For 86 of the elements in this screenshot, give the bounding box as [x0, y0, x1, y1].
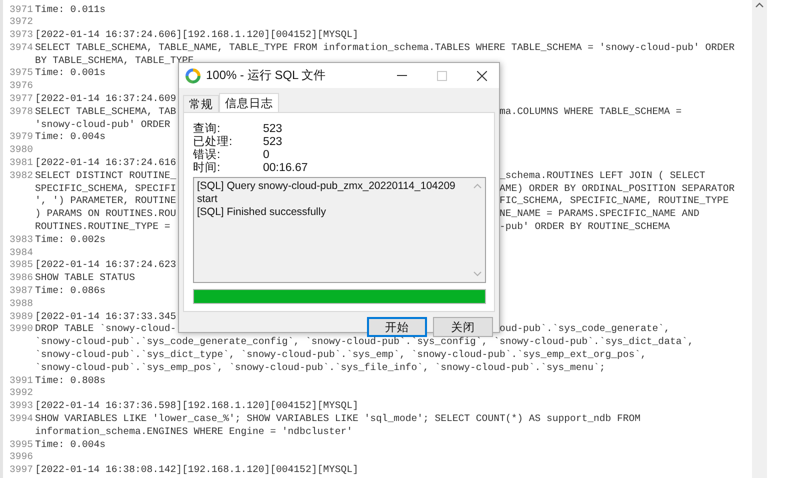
stat-label: 错误: — [193, 149, 222, 162]
code-text: SPECIFIC_SCHEMA, SPECIFI — [35, 182, 176, 196]
code-text: [2022-01-14 16:37:24.606][192.168.1.120][004152][MYSQL] — [35, 29, 358, 42]
code-text: `snowy-cloud-pub`.`sys_emp_pos`, `snowy-cloud-pub`.`sys_file_info`, `snowy-cloud-pub`.`sys_menu`; — [35, 362, 606, 375]
code-text: `snowy-cloud-pub`.`sys_dict_type`, `snowy-cloud-pub`.`sys_emp`, `snowy-cloud-pub`.`sys_emp_ext_org_pos`, — [35, 349, 646, 362]
scroll-down-icon[interactable] — [472, 271, 482, 278]
line-number: 3988 — [8, 298, 34, 311]
minimize-icon[interactable] — [397, 75, 407, 76]
line-number: 3972 — [8, 16, 34, 30]
line-number: 3984 — [8, 246, 34, 260]
code-text: 'snowy-cloud-pub' ORDER — [35, 118, 170, 132]
stat-label: 时间: — [193, 162, 222, 175]
line-number: 3992 — [8, 387, 34, 400]
tab[interactable]: 常规 — [183, 95, 219, 112]
dialog-button[interactable]: 开始 — [367, 317, 427, 337]
code-text: [2022-01-14 16:38:08.142][192.168.1.120][004152][MYSQL] — [35, 464, 358, 477]
code-text: _schema.ROUTINES LEFT JOIN ( SELECT — [499, 170, 706, 183]
log-line: [SQL] Query snowy-cloud-pub_zmx_20220114_104209 start — [197, 180, 456, 206]
line-number: 3983 — [8, 234, 34, 247]
line-number: 3973 — [8, 29, 34, 42]
line-number: 3985 — [8, 259, 34, 272]
line-number: 3997 — [8, 464, 34, 477]
close-icon[interactable] — [477, 70, 487, 80]
line-number: 3989 — [8, 310, 34, 324]
code-text: Time: 0.004s — [35, 438, 106, 452]
line-number: 3976 — [8, 80, 34, 94]
code-text: Time: 0.004s — [35, 131, 106, 144]
code-text: ma.COLUMNS WHERE TABLE_SCHEMA = — [499, 106, 682, 119]
code-text: ROUTINES.ROUTINE_TYPE = — [35, 221, 170, 234]
code-text: oud-pub`.`sys_code_generate`, — [499, 323, 670, 336]
code-text: FIC_SCHEMA, SPECIFIC_NAME, ROUTINE_TYPE — [499, 195, 729, 208]
line-number: 3977 — [8, 93, 34, 106]
code-text: `snowy-cloud-pub`.`sys_code_generate_config`, `snowy-cloud-pub`.`sys_config`, `snowy-cloud-pub`.`sys_dict_data`, — [35, 336, 694, 350]
line-number: 3996 — [8, 451, 34, 464]
app-icon — [185, 68, 201, 84]
code-text: [2022-01-14 16:37:24.609 — [35, 93, 176, 106]
code-text: ) PARAMS ON ROUTINES.ROU — [35, 208, 176, 222]
scrollbar[interactable] — [752, 0, 767, 478]
code-text: SHOW VARIABLES LIKE 'lower_case_%'; SHOW VARIABLES LIKE 'sql_mode'; SELECT COUNT(*) AS support_ndb FROM — [35, 413, 641, 426]
code-text: SELECT DISTINCT ROUTINE_ — [35, 170, 176, 183]
code-text: Time: 0.002s — [35, 234, 106, 247]
code-text: [2022-01-14 16:37:36.598][192.168.1.120][004152][MYSQL] — [35, 400, 358, 413]
code-text: [2022-01-14 16:37:24.616 — [35, 157, 176, 170]
scroll-up-icon[interactable] — [755, 2, 764, 8]
stat-value: 523 — [263, 123, 284, 136]
line-number: 3994 — [8, 413, 34, 426]
code-text: SELECT TABLE_SCHEMA, TABLE_NAME, TABLE_TYPE FROM information_schema.TABLES WHERE TABLE_SCHEMA = 'snowy-cloud-pub' ORDER — [35, 42, 735, 55]
line-number: 3980 — [8, 144, 34, 158]
code-text: NE_NAME = PARAMS.SPECIFIC_NAME AND — [499, 208, 700, 222]
stat-value: 523 — [263, 136, 284, 149]
code-text: ', ') PARAMETER, ROUTINE — [35, 195, 176, 208]
line-number: 3987 — [8, 285, 34, 298]
stat-label: 查询: — [193, 123, 222, 136]
code-text: [2022-01-14 16:37:24.623 — [35, 259, 176, 272]
line-number: 3978 — [8, 106, 34, 119]
code-text: [2022-01-14 16:37:33.345 — [35, 310, 176, 324]
code-text: SELECT TABLE_SCHEMA, TAB — [35, 106, 176, 119]
line-number: 3982 — [8, 170, 34, 183]
code-text: -pub' ORDER BY ROUTINE_SCHEMA — [499, 221, 670, 234]
stat-label: 已处理: — [193, 136, 234, 148]
line-number: 3993 — [8, 400, 34, 413]
log-line: [SQL] Finished successfully — [197, 206, 327, 219]
code-text: Time: 0.808s — [35, 374, 106, 388]
code-text: SHOW TABLE STATUS — [35, 272, 135, 286]
line-number: 3991 — [8, 374, 34, 388]
maximize-icon[interactable] — [437, 70, 447, 80]
code-text: information_schema.ENGINES WHERE Engine = 'ndbcluster' — [35, 426, 352, 439]
stat-value: 0 — [263, 149, 270, 162]
line-number: 3974 — [8, 42, 34, 55]
code-text: DROP TABLE `snowy-cloud- — [35, 323, 176, 336]
dialog-button[interactable]: 关闭 — [433, 317, 493, 337]
line-number: 3990 — [8, 323, 34, 336]
code-text: AME) ORDER BY ORDINAL_POSITION SEPARATOR — [499, 182, 735, 196]
window-title: 100% - 运行 SQL 文件 — [206, 67, 326, 84]
code-text: BY TABLE_SCHEMA, TABLE_TYPE — [35, 54, 194, 68]
line-number: 3975 — [8, 67, 34, 80]
line-number: 3979 — [8, 131, 34, 144]
line-number: 3981 — [8, 157, 34, 170]
line-number: 3986 — [8, 272, 34, 286]
code-text: Time: 0.011s — [35, 4, 106, 16]
stat-value: 00:16.67 — [263, 162, 309, 175]
code-text: Time: 0.086s — [35, 285, 106, 298]
code-text: Time: 0.001s — [35, 67, 106, 80]
line-number: 3971 — [8, 4, 34, 16]
tab[interactable]: 信息日志 — [219, 93, 279, 112]
line-number: 3995 — [8, 438, 34, 452]
